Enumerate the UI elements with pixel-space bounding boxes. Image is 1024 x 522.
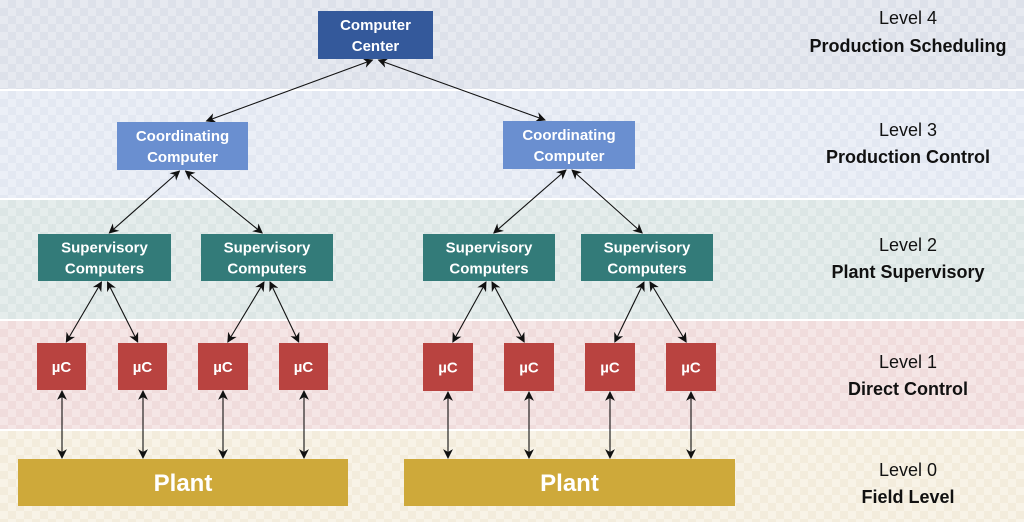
node-label: Coordinating — [522, 127, 615, 144]
node-label: µC — [600, 359, 620, 376]
node-label: Supervisory — [604, 239, 691, 256]
node-label: Computers — [227, 260, 306, 277]
level-name-label: Direct Control — [848, 379, 968, 399]
coordinating-node: Coordinating Computer — [117, 122, 248, 170]
micro-node: µC — [666, 343, 716, 391]
node-label: Computer — [340, 17, 411, 34]
micro-node: µC — [585, 343, 635, 391]
level-number-label: Level 4 — [879, 8, 937, 28]
micro-node: µC — [504, 343, 554, 391]
supervisory-node: Supervisory Computers — [38, 234, 171, 281]
level-number-label: Level 1 — [879, 352, 937, 372]
node-label: Plant — [154, 470, 213, 497]
coordinating-node: Coordinating Computer — [503, 121, 635, 169]
node-label: Computers — [65, 260, 144, 277]
computer-center-node: Computer Center — [318, 11, 433, 59]
level-number-label: Level 3 — [879, 120, 937, 140]
node-label: Supervisory — [224, 239, 311, 256]
node-label: µC — [52, 359, 72, 376]
node-label: µC — [438, 359, 458, 376]
micro-node: µC — [118, 343, 167, 390]
node-label: Computer — [534, 148, 605, 165]
level-name-label: Field Level — [861, 487, 954, 507]
supervisory-node: Supervisory Computers — [423, 234, 555, 281]
node-label: Computer — [147, 149, 218, 166]
node-label: Coordinating — [136, 128, 229, 145]
node-label: Computers — [607, 260, 686, 277]
supervisory-node: Supervisory Computers — [201, 234, 333, 281]
plant-node: Plant — [404, 459, 735, 506]
node-label: Computers — [449, 260, 528, 277]
node-label: µC — [519, 359, 539, 376]
level-number-label: Level 2 — [879, 235, 937, 255]
micro-node: µC — [423, 343, 473, 391]
micro-node: µC — [198, 343, 248, 390]
node-label: µC — [681, 359, 701, 376]
level-name-label: Production Control — [826, 147, 990, 167]
level-name-label: Production Scheduling — [810, 36, 1007, 56]
supervisory-node: Supervisory Computers — [581, 234, 713, 281]
node-label: Supervisory — [61, 239, 148, 256]
node-label: Center — [352, 38, 400, 55]
level-number-label: Level 0 — [879, 460, 937, 480]
node-label: µC — [133, 359, 153, 376]
node-label: Supervisory — [446, 239, 533, 256]
node-label: Plant — [540, 470, 599, 497]
micro-node: µC — [279, 343, 328, 390]
node-label: µC — [294, 359, 314, 376]
node-label: µC — [213, 359, 233, 376]
cim-hierarchy-diagram: Level 4 Production Scheduling Level 3 Produ… — [0, 0, 1024, 522]
plant-node: Plant — [18, 459, 348, 506]
level-name-label: Plant Supervisory — [831, 262, 984, 282]
micro-node: µC — [37, 343, 86, 390]
